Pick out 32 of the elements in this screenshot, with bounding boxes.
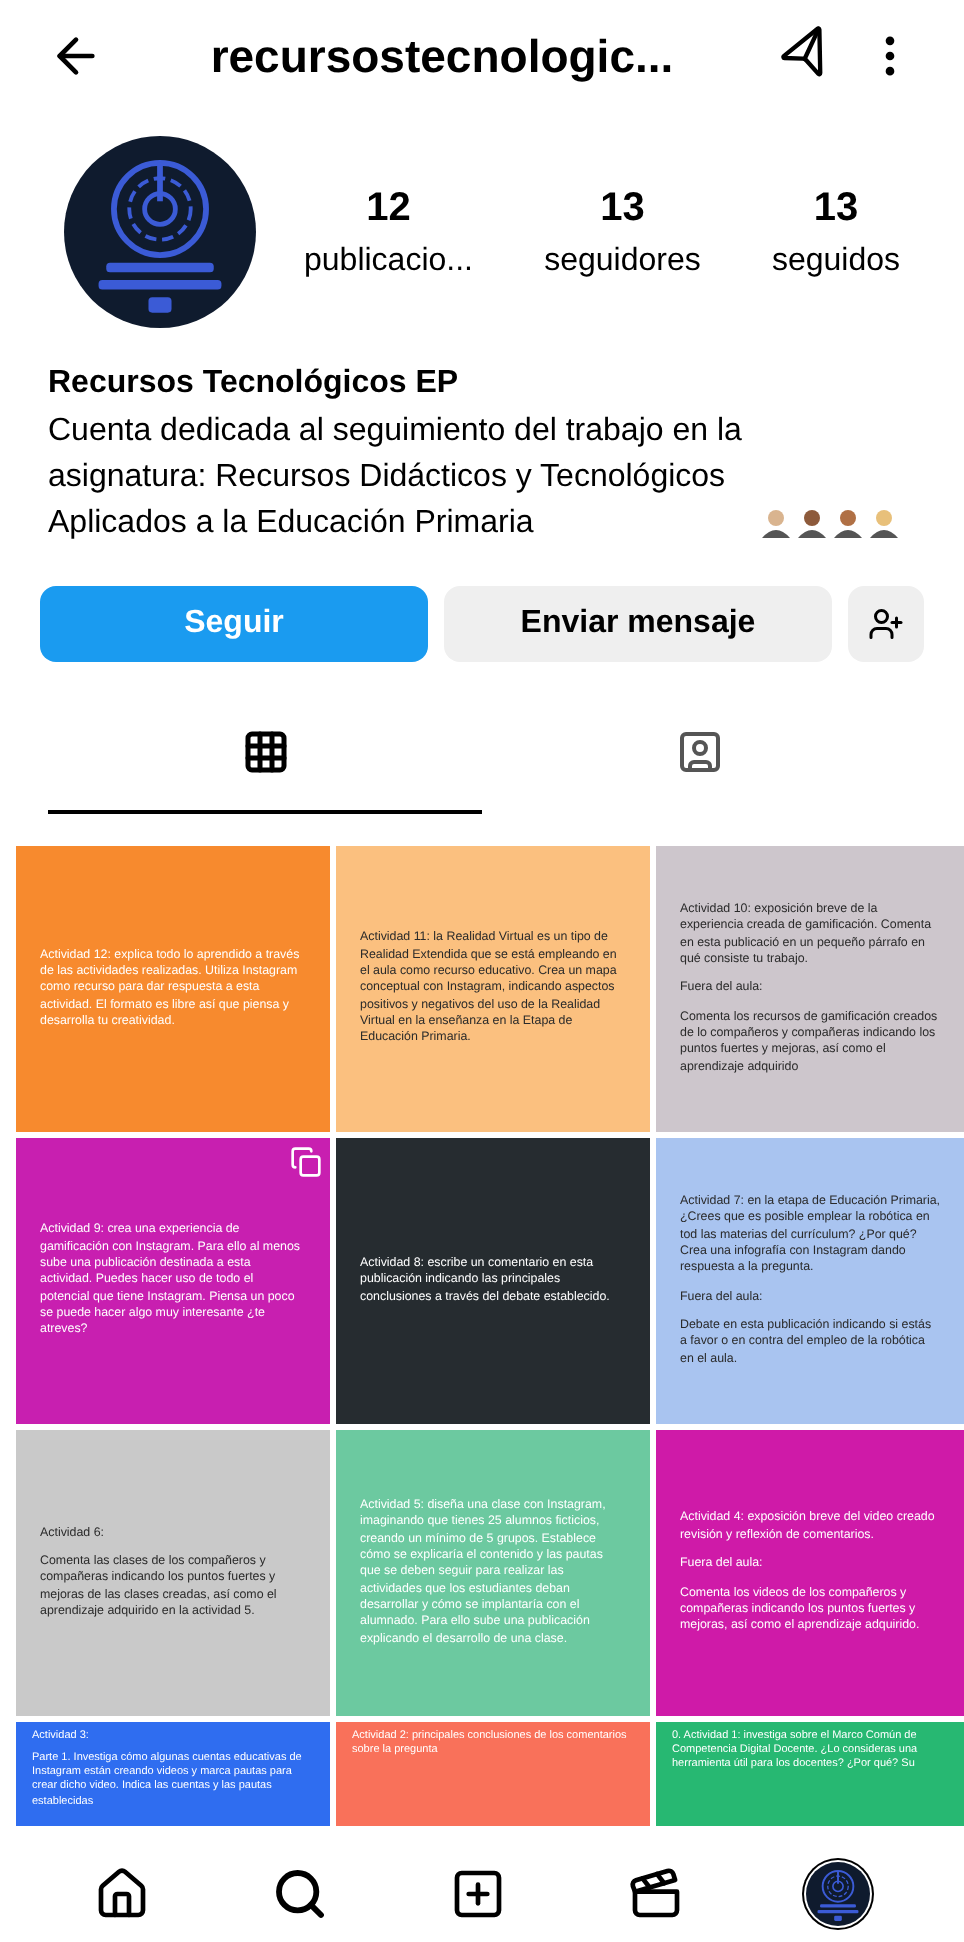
post-tile[interactable] xyxy=(656,846,964,1132)
search-icon xyxy=(271,1866,328,1922)
post-tile[interactable] xyxy=(656,1430,964,1716)
message-button[interactable]: Enviar mensaje xyxy=(444,586,832,662)
post-tile[interactable] xyxy=(16,1138,330,1424)
post-tile[interactable] xyxy=(336,846,650,1132)
person-icon xyxy=(760,506,792,538)
home-icon xyxy=(93,1866,150,1922)
person-icon xyxy=(832,506,864,538)
tagged-person-icon xyxy=(675,728,723,776)
add-person-icon xyxy=(868,606,904,642)
person-icon xyxy=(868,506,900,538)
post-tile[interactable] xyxy=(656,1138,964,1424)
multiple-posts-icon xyxy=(290,1146,322,1178)
username-title: recursostecnologic... xyxy=(208,27,676,86)
plus-square-icon xyxy=(449,1866,506,1922)
post-tile[interactable] xyxy=(336,1430,650,1716)
stat-label: seguidores xyxy=(544,242,701,282)
clapperboard-icon xyxy=(628,1866,685,1922)
stat-label: seguidos xyxy=(771,242,900,282)
person-icon xyxy=(796,506,828,538)
post-tile[interactable] xyxy=(16,846,330,1132)
follow-button[interactable]: Seguir xyxy=(40,586,428,662)
profile-bio: Cuenta dedicada al seguimiento del trabajo en la asignatura: Recursos Didácticos y Tecnológicos Aplicados a la Educación Primaria xyxy=(48,412,744,544)
stat-label: publicacio... xyxy=(304,242,473,282)
stat-count: 12 xyxy=(366,184,411,234)
add-person-button[interactable] xyxy=(848,586,924,662)
profile-name: Recursos Tecnológicos EP xyxy=(48,364,461,404)
stat-count: 13 xyxy=(600,184,645,234)
grid-icon xyxy=(241,728,289,776)
nav-button[interactable] xyxy=(804,1860,873,1928)
stat-count: 13 xyxy=(813,184,859,234)
